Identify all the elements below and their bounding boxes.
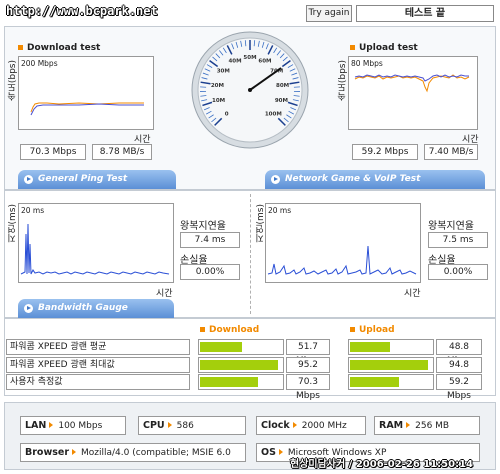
bw-download-fill: [200, 342, 242, 352]
bw-upload-bar: [348, 357, 434, 373]
tab-network-game[interactable]: Network Game & VoIP Test: [265, 170, 485, 189]
bw-row-label: 파워콤 XPEED 광랜 최대값: [6, 357, 190, 373]
download-line: [30, 102, 144, 116]
upload-mbs: 7.40 MB/s: [424, 144, 478, 160]
bullet-icon: [18, 45, 23, 50]
bw-download-bar: [198, 357, 284, 373]
lan-info: LAN 100 Mbps: [20, 416, 126, 435]
upload-line: [354, 74, 470, 93]
bullet-icon: [350, 45, 355, 50]
bw-download-bar: [198, 374, 284, 390]
cpu-info: CPU 586: [138, 416, 246, 435]
status-field: 테스트 끝: [356, 5, 494, 22]
url-watermark: http://www.bcpark.net: [6, 4, 158, 18]
gauge-tick-label: 30M: [217, 69, 230, 75]
game-loss-value: 0.00%: [428, 264, 488, 280]
bw-download-value: 95.2 Mbps: [286, 357, 330, 384]
download-mbps: 70.3 Mbps: [20, 144, 86, 160]
gauge-tick-label: 90M: [275, 98, 288, 104]
ping-divider: [250, 194, 251, 314]
ping-rtt-label: 왕복지연율: [180, 221, 226, 232]
upload-title: Upload test: [350, 43, 418, 53]
arrow-icon: [292, 422, 297, 428]
arrow-icon: [49, 422, 54, 428]
footer-watermark: 현상미담사커 / 2006-02-26 11:50:14: [290, 459, 474, 470]
bw-download-value: 51.7 Mbps: [286, 339, 330, 366]
bw-row-label: 사용자 측정값: [6, 374, 190, 390]
tab-bandwidth-gauge[interactable]: Bandwidth Gauge: [18, 299, 174, 318]
upload-graph: 80 Mbps: [348, 56, 478, 130]
bullet-icon: [350, 327, 355, 332]
bw-upload-bar: [348, 374, 434, 390]
ping-graph: 20 ms: [18, 203, 174, 283]
play-icon: [24, 304, 33, 313]
arrow-icon: [278, 449, 283, 455]
bw-download-value: 70.3 Mbps: [286, 374, 330, 401]
bw-download-header: Download: [200, 325, 259, 335]
bw-download-fill: [200, 360, 278, 370]
bw-upload-value: 94.8 Mbps: [436, 357, 482, 384]
game-line: [267, 245, 417, 275]
arrow-icon: [72, 449, 77, 455]
gauge-tick-label: 40M: [228, 59, 241, 65]
ping-line: [20, 223, 170, 275]
game-graph: 20 ms: [265, 203, 421, 283]
browser-info: Browser Mozilla/4.0 (compatible; MSIE 6.0: [20, 443, 246, 462]
download-mbs: 8.78 MB/s: [92, 144, 152, 160]
arrow-icon: [167, 422, 172, 428]
bw-upload-header: Upload: [350, 325, 395, 335]
bw-upload-value: 59.2 Mbps: [436, 374, 482, 401]
ram-info: RAM 256 MB: [374, 416, 480, 435]
game-time-label: 시간: [404, 289, 421, 299]
bw-download-fill: [200, 377, 258, 387]
game-rtt-value: 7.5 ms: [428, 232, 488, 248]
gauge-tick-label: 10M: [212, 98, 225, 104]
ping-time-label: 시간: [156, 289, 173, 299]
gauge-tick-label: 50M: [243, 55, 256, 61]
bw-upload-fill: [350, 342, 390, 352]
clock-info: Clock 2000 MHz: [256, 416, 366, 435]
game-rtt-label: 왕복지연율: [428, 221, 474, 232]
ping-rtt-value: 7.4 ms: [180, 232, 240, 248]
bw-upload-value: 48.8 Mbps: [436, 339, 482, 366]
gauge-tick-label: 20M: [211, 83, 224, 89]
bw-upload-bar: [348, 339, 434, 355]
bw-row-label: 파워콤 XPEED 광랜 평균: [6, 339, 190, 355]
gauge-tick-label: 100M: [265, 111, 282, 117]
play-icon: [24, 175, 33, 184]
bw-upload-fill: [350, 360, 428, 370]
ping-loss-value: 0.00%: [180, 264, 240, 280]
tab-general-ping[interactable]: General Ping Test: [18, 170, 176, 189]
try-again-button[interactable]: Try again: [306, 5, 352, 22]
upload-mbps: 59.2 Mbps: [352, 144, 418, 160]
speed-gauge: 010M20M30M40M50M60M70M80M90M100M: [190, 30, 310, 150]
play-icon: [271, 175, 280, 184]
download-title: Download test: [18, 43, 100, 53]
gauge-tick-label: 0: [225, 111, 229, 117]
arrow-icon: [406, 422, 411, 428]
bw-download-bar: [198, 339, 284, 355]
bw-upload-fill: [350, 377, 399, 387]
gauge-tick-label: 60M: [258, 59, 271, 65]
gauge-tick-label: 80M: [276, 83, 289, 89]
download-graph: 200 Mbps: [18, 56, 154, 130]
bullet-icon: [200, 327, 205, 332]
